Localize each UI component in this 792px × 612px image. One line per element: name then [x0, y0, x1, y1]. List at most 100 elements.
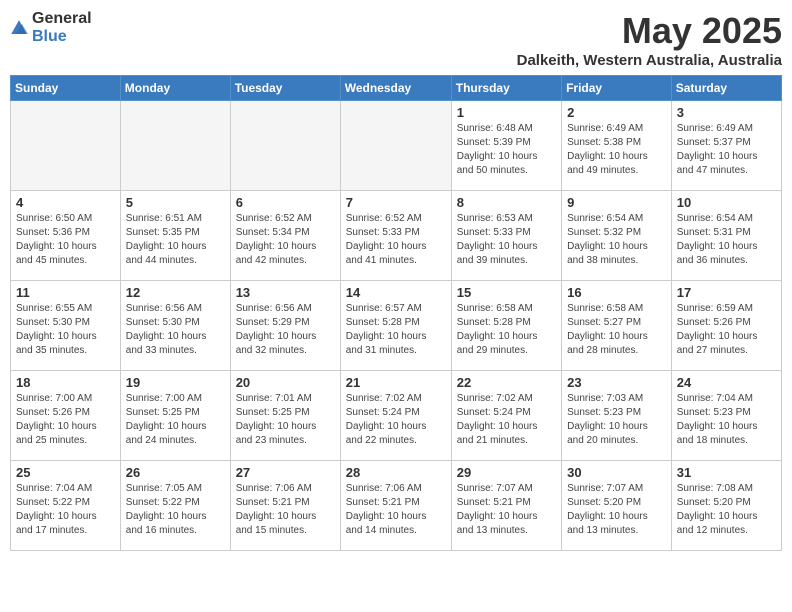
calendar-cell: 28 Sunrise: 7:06 AM Sunset: 5:21 PM Dayli… — [340, 461, 451, 551]
title-area: May 2025 Dalkeith, Western Australia, Au… — [517, 10, 782, 69]
header: General Blue May 2025 Dalkeith, Western … — [10, 10, 782, 69]
day-info: Sunrise: 6:50 AM Sunset: 5:36 PM Dayligh… — [16, 212, 115, 268]
day-number: 23 — [567, 375, 666, 390]
day-info: Sunrise: 7:01 AM Sunset: 5:25 PM Dayligh… — [236, 392, 335, 448]
calendar-cell: 9Sunrise: 6:54 AM Sunset: 5:32 PM Daylig… — [562, 191, 672, 281]
day-info: Sunrise: 6:52 AM Sunset: 5:33 PM Dayligh… — [346, 212, 446, 268]
calendar-cell: 29Sunrise: 7:07 AM Sunset: 5:21 PM Dayli… — [451, 461, 561, 551]
logo-icon — [10, 19, 28, 37]
calendar-cell: 21 Sunrise: 7:02 AM Sunset: 5:24 PM Dayli… — [340, 371, 451, 461]
day-info: Sunrise: 7:02 AM Sunset: 5:24 PM Dayligh… — [457, 392, 556, 448]
day-info: Sunrise: 7:00 AM Sunset: 5:26 PM Dayligh… — [16, 392, 115, 448]
logo-text: General Blue — [32, 10, 92, 46]
day-number: 2 — [567, 105, 666, 120]
calendar-cell: 27 Sunrise: 7:06 AM Sunset: 5:21 PM Dayli… — [230, 461, 340, 551]
location-title: Dalkeith, Western Australia, Australia — [517, 52, 782, 69]
calendar-cell: 8 Sunrise: 6:53 AM Sunset: 5:33 PM Daylig… — [451, 191, 561, 281]
logo: General Blue — [10, 10, 92, 46]
calendar-cell: 25 Sunrise: 7:04 AM Sunset: 5:22 PM Dayli… — [11, 461, 121, 551]
day-number: 1 — [457, 105, 556, 120]
day-number: 27 — [236, 465, 335, 480]
day-info: Sunrise: 7:06 AM Sunset: 5:21 PM Dayligh… — [236, 482, 335, 538]
day-number: 19 — [126, 375, 225, 390]
day-info: Sunrise: 6:55 AM Sunset: 5:30 PM Dayligh… — [16, 302, 115, 358]
day-info: Sunrise: 7:02 AM Sunset: 5:24 PM Dayligh… — [346, 392, 446, 448]
month-title: May 2025 — [517, 10, 782, 52]
calendar-cell — [230, 101, 340, 191]
day-number: 17 — [677, 285, 776, 300]
day-info: Sunrise: 7:06 AM Sunset: 5:21 PM Dayligh… — [346, 482, 446, 538]
day-number: 16 — [567, 285, 666, 300]
day-number: 29 — [457, 465, 556, 480]
day-info: Sunrise: 6:51 AM Sunset: 5:35 PM Dayligh… — [126, 212, 225, 268]
calendar-cell: 3 Sunrise: 6:49 AM Sunset: 5:37 PM Daylig… — [671, 101, 781, 191]
day-info: Sunrise: 6:54 AM Sunset: 5:32 PM Dayligh… — [567, 212, 666, 268]
day-info: Sunrise: 7:05 AM Sunset: 5:22 PM Dayligh… — [126, 482, 225, 538]
day-info: Sunrise: 6:59 AM Sunset: 5:26 PM Dayligh… — [677, 302, 776, 358]
day-number: 25 — [16, 465, 115, 480]
calendar-cell: 1 Sunrise: 6:48 AM Sunset: 5:39 PM Daylig… — [451, 101, 561, 191]
day-info: Sunrise: 6:58 AM Sunset: 5:28 PM Dayligh… — [457, 302, 556, 358]
day-info: Sunrise: 6:52 AM Sunset: 5:34 PM Dayligh… — [236, 212, 335, 268]
day-info: Sunrise: 6:56 AM Sunset: 5:30 PM Dayligh… — [126, 302, 225, 358]
week-row-2: 4Sunrise: 6:50 AM Sunset: 5:36 PM Daylig… — [11, 191, 782, 281]
weekday-header-wednesday: Wednesday — [340, 76, 451, 101]
calendar-cell: 26 Sunrise: 7:05 AM Sunset: 5:22 PM Dayli… — [120, 461, 230, 551]
day-number: 31 — [677, 465, 776, 480]
calendar-cell: 30Sunrise: 7:07 AM Sunset: 5:20 PM Dayli… — [562, 461, 672, 551]
day-number: 13 — [236, 285, 335, 300]
day-info: Sunrise: 7:03 AM Sunset: 5:23 PM Dayligh… — [567, 392, 666, 448]
weekday-header-row: SundayMondayTuesdayWednesdayThursdayFrid… — [11, 76, 782, 101]
week-row-4: 18 Sunrise: 7:00 AM Sunset: 5:26 PM Dayli… — [11, 371, 782, 461]
calendar-cell: 19 Sunrise: 7:00 AM Sunset: 5:25 PM Dayli… — [120, 371, 230, 461]
day-number: 24 — [677, 375, 776, 390]
calendar-cell: 14Sunrise: 6:57 AM Sunset: 5:28 PM Dayli… — [340, 281, 451, 371]
day-number: 5 — [126, 195, 225, 210]
day-info: Sunrise: 6:57 AM Sunset: 5:28 PM Dayligh… — [346, 302, 446, 358]
day-number: 11 — [16, 285, 115, 300]
calendar-cell: 7Sunrise: 6:52 AM Sunset: 5:33 PM Daylig… — [340, 191, 451, 281]
day-number: 21 — [346, 375, 446, 390]
day-info: Sunrise: 6:49 AM Sunset: 5:37 PM Dayligh… — [677, 122, 776, 178]
day-number: 15 — [457, 285, 556, 300]
calendar-cell: 20 Sunrise: 7:01 AM Sunset: 5:25 PM Dayli… — [230, 371, 340, 461]
weekday-header-tuesday: Tuesday — [230, 76, 340, 101]
day-info: Sunrise: 6:58 AM Sunset: 5:27 PM Dayligh… — [567, 302, 666, 358]
logo-general: General — [32, 10, 92, 27]
week-row-5: 25 Sunrise: 7:04 AM Sunset: 5:22 PM Dayli… — [11, 461, 782, 551]
weekday-header-monday: Monday — [120, 76, 230, 101]
day-number: 10 — [677, 195, 776, 210]
day-number: 3 — [677, 105, 776, 120]
logo-blue: Blue — [32, 28, 67, 45]
calendar-cell: 22 Sunrise: 7:02 AM Sunset: 5:24 PM Dayli… — [451, 371, 561, 461]
day-info: Sunrise: 7:00 AM Sunset: 5:25 PM Dayligh… — [126, 392, 225, 448]
day-number: 26 — [126, 465, 225, 480]
day-number: 20 — [236, 375, 335, 390]
day-number: 30 — [567, 465, 666, 480]
calendar-cell: 16 Sunrise: 6:58 AM Sunset: 5:27 PM Dayli… — [562, 281, 672, 371]
calendar-cell: 6 Sunrise: 6:52 AM Sunset: 5:34 PM Daylig… — [230, 191, 340, 281]
week-row-3: 11 Sunrise: 6:55 AM Sunset: 5:30 PM Dayli… — [11, 281, 782, 371]
day-number: 12 — [126, 285, 225, 300]
weekday-header-friday: Friday — [562, 76, 672, 101]
day-number: 22 — [457, 375, 556, 390]
weekday-header-thursday: Thursday — [451, 76, 561, 101]
day-info: Sunrise: 6:48 AM Sunset: 5:39 PM Dayligh… — [457, 122, 556, 178]
day-info: Sunrise: 6:49 AM Sunset: 5:38 PM Dayligh… — [567, 122, 666, 178]
calendar-table: SundayMondayTuesdayWednesdayThursdayFrid… — [10, 75, 782, 551]
day-info: Sunrise: 7:04 AM Sunset: 5:22 PM Dayligh… — [16, 482, 115, 538]
day-number: 18 — [16, 375, 115, 390]
calendar-cell: 17 Sunrise: 6:59 AM Sunset: 5:26 PM Dayli… — [671, 281, 781, 371]
day-number: 8 — [457, 195, 556, 210]
week-row-1: 1 Sunrise: 6:48 AM Sunset: 5:39 PM Daylig… — [11, 101, 782, 191]
calendar-cell: 12 Sunrise: 6:56 AM Sunset: 5:30 PM Dayli… — [120, 281, 230, 371]
calendar-cell: 18 Sunrise: 7:00 AM Sunset: 5:26 PM Dayli… — [11, 371, 121, 461]
calendar-cell: 31 Sunrise: 7:08 AM Sunset: 5:20 PM Dayli… — [671, 461, 781, 551]
day-info: Sunrise: 6:56 AM Sunset: 5:29 PM Dayligh… — [236, 302, 335, 358]
day-number: 6 — [236, 195, 335, 210]
day-number: 28 — [346, 465, 446, 480]
day-info: Sunrise: 6:53 AM Sunset: 5:33 PM Dayligh… — [457, 212, 556, 268]
day-info: Sunrise: 7:08 AM Sunset: 5:20 PM Dayligh… — [677, 482, 776, 538]
weekday-header-saturday: Saturday — [671, 76, 781, 101]
calendar-cell: 2 Sunrise: 6:49 AM Sunset: 5:38 PM Daylig… — [562, 101, 672, 191]
